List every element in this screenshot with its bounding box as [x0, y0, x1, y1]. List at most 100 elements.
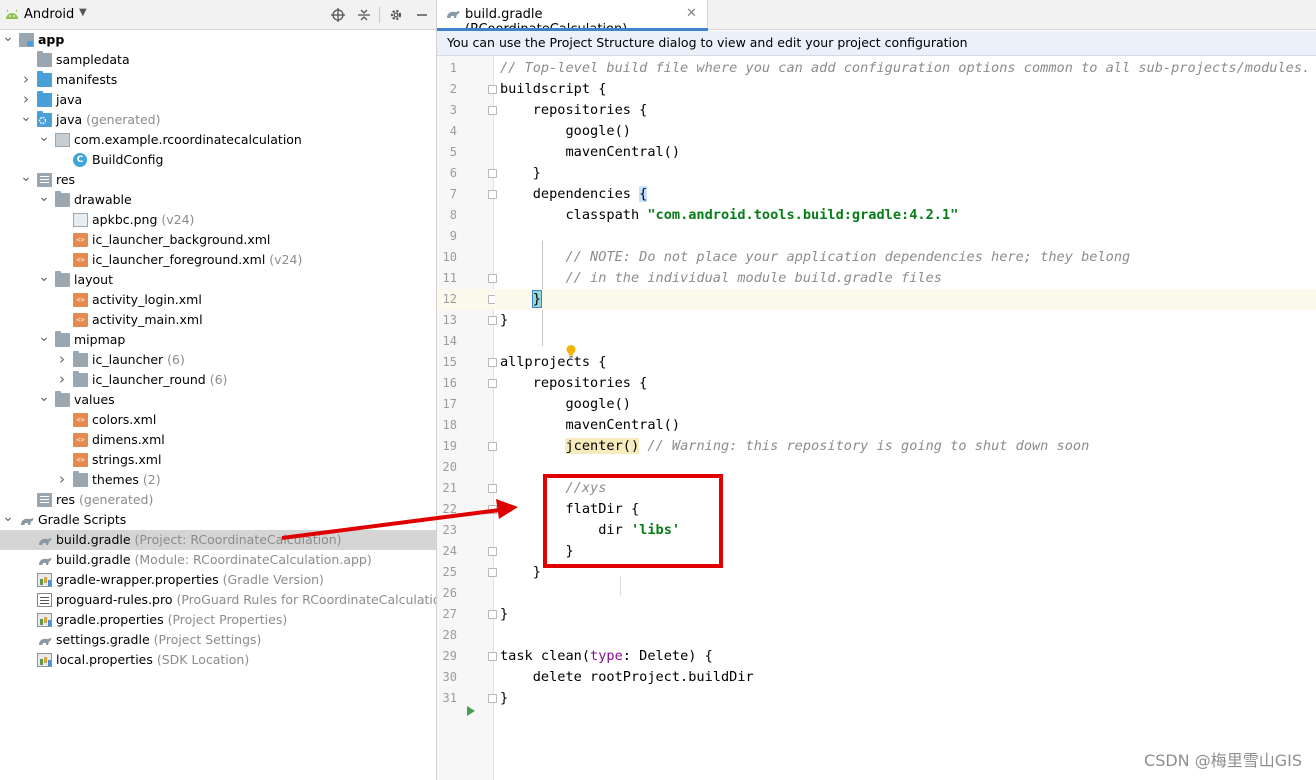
chevron-down-icon[interactable]: ⌄: [20, 170, 32, 184]
chevron-down-icon[interactable]: ⌄: [38, 190, 50, 204]
tree-item[interactable]: ⌄ res: [0, 170, 436, 190]
tree-item[interactable]: C BuildConfig: [0, 150, 436, 170]
chevron-right-icon[interactable]: ›: [56, 470, 68, 489]
line-number: 17: [442, 397, 457, 411]
tree-item[interactable]: <> activity_login.xml: [0, 290, 436, 310]
tree-item[interactable]: build.gradle (Module: RCoordinateCalcula…: [0, 550, 436, 570]
tree-item[interactable]: ⌄ drawable: [0, 190, 436, 210]
tree-item[interactable]: apkbc.png (v24): [0, 210, 436, 230]
collapse-all-icon[interactable]: [355, 6, 373, 24]
tree-item[interactable]: › themes (2): [0, 470, 436, 490]
tree-item-suffix: (generated): [75, 492, 154, 507]
code-line[interactable]: delete rootProject.buildDir: [495, 667, 1316, 688]
minimize-icon[interactable]: [413, 6, 431, 24]
tree-item[interactable]: local.properties (SDK Location): [0, 650, 436, 670]
line-number: 14: [442, 334, 457, 348]
line-number: 7: [449, 187, 457, 201]
tree-item[interactable]: sampledata: [0, 50, 436, 70]
module-icon: [19, 33, 34, 47]
tree-item[interactable]: <> strings.xml: [0, 450, 436, 470]
tree-item[interactable]: settings.gradle (Project Settings): [0, 630, 436, 650]
chevron-down-icon[interactable]: ⌄: [38, 390, 50, 404]
tree-item[interactable]: ⌄ layout: [0, 270, 436, 290]
tree-item[interactable]: ⌄ mipmap: [0, 330, 436, 350]
tree-item[interactable]: gradle-wrapper.properties (Gradle Versio…: [0, 570, 436, 590]
tree-item[interactable]: build.gradle (Project: RCoordinateCalcul…: [0, 530, 436, 550]
tree-item[interactable]: <> colors.xml: [0, 410, 436, 430]
project-tool-window: Android ▼ ⌄ app sampledata › manifests › java ⌄…: [0, 0, 437, 780]
run-icon[interactable]: [467, 706, 475, 716]
chevron-right-icon[interactable]: ›: [20, 90, 32, 109]
folder-icon: [73, 471, 88, 487]
code-line[interactable]: classpath "com.android.tools.build:gradl…: [495, 205, 1316, 226]
gear-icon[interactable]: [387, 6, 405, 24]
tree-item[interactable]: <> ic_launcher_background.xml: [0, 230, 436, 250]
code-line[interactable]: [495, 583, 1316, 604]
tree-item[interactable]: › manifests: [0, 70, 436, 90]
tree-item-label: colors.xml: [92, 412, 157, 427]
tree-item[interactable]: ⌄ Gradle Scripts: [0, 510, 436, 530]
chevron-down-icon[interactable]: ⌄: [38, 270, 50, 284]
folder-icon: [73, 351, 88, 367]
tree-item-suffix: (6): [205, 372, 228, 387]
code-line[interactable]: // NOTE: Do not place your application d…: [495, 247, 1316, 268]
tree-item[interactable]: ⌄ com.example.rcoordinatecalculation: [0, 130, 436, 150]
code-line[interactable]: google(): [495, 394, 1316, 415]
locate-target-icon[interactable]: [329, 6, 347, 24]
code-line[interactable]: google(): [495, 121, 1316, 142]
chevron-right-icon[interactable]: ›: [20, 70, 32, 89]
tree-item-suffix: (Project Settings): [149, 632, 262, 647]
code-line[interactable]: allprojects {: [495, 352, 1316, 373]
tree-item[interactable]: proguard-rules.pro (ProGuard Rules for R…: [0, 590, 436, 610]
properties-icon: [37, 573, 52, 587]
code-line[interactable]: }: [495, 163, 1316, 184]
tree-item[interactable]: ⌄ values: [0, 390, 436, 410]
code-line[interactable]: dependencies {: [495, 184, 1316, 205]
tree-item-label: manifests: [56, 72, 118, 87]
code-line[interactable]: repositories {: [495, 100, 1316, 121]
code-line[interactable]: buildscript {: [495, 79, 1316, 100]
xml-icon: <>: [73, 293, 88, 307]
line-number-gutter[interactable]: 1 2 3 4 5 6 7 8 9 10 11 12 13 14 15 16 17 18 19 20 21 22 23 24 2…: [437, 56, 497, 780]
chevron-right-icon[interactable]: ›: [56, 350, 68, 369]
close-icon[interactable]: ✕: [686, 6, 697, 21]
tree-item[interactable]: › java: [0, 90, 436, 110]
code-line[interactable]: [495, 226, 1316, 247]
gradle-icon: [37, 633, 52, 647]
line-number: 16: [442, 376, 457, 390]
tree-item[interactable]: res (generated): [0, 490, 436, 510]
tab-build-gradle[interactable]: build.gradle (RCoordinateCalculation) ✕: [437, 0, 708, 37]
chevron-down-icon[interactable]: ⌄: [38, 130, 50, 144]
chevron-down-icon[interactable]: ⌄: [2, 510, 14, 524]
tree-item[interactable]: › ic_launcher (6): [0, 350, 436, 370]
tree-item[interactable]: <> ic_launcher_foreground.xml (v24): [0, 250, 436, 270]
code-line[interactable]: jcenter() // Warning: this repository is…: [495, 436, 1316, 457]
code-area[interactable]: // Top-level build file where you can ad…: [495, 56, 1316, 780]
chevron-down-icon[interactable]: ▼: [79, 7, 87, 18]
code-line[interactable]: mavenCentral(): [495, 415, 1316, 436]
code-line[interactable]: repositories {: [495, 373, 1316, 394]
code-line[interactable]: }: [495, 289, 1316, 310]
code-line[interactable]: // in the individual module build.gradle…: [495, 268, 1316, 289]
code-line[interactable]: }: [495, 604, 1316, 625]
chevron-right-icon[interactable]: ›: [56, 370, 68, 389]
code-line[interactable]: [495, 625, 1316, 646]
code-line[interactable]: }: [495, 310, 1316, 331]
tree-item[interactable]: <> dimens.xml: [0, 430, 436, 450]
tree-item[interactable]: ⌄ java (generated): [0, 110, 436, 130]
view-selector[interactable]: Android: [24, 7, 74, 22]
tree-item[interactable]: gradle.properties (Project Properties): [0, 610, 436, 630]
tree-item-suffix: (2): [138, 472, 161, 487]
tree-item[interactable]: › ic_launcher_round (6): [0, 370, 436, 390]
tree-item[interactable]: <> activity_main.xml: [0, 310, 436, 330]
code-line[interactable]: mavenCentral(): [495, 142, 1316, 163]
code-line[interactable]: task clean(type: Delete) {: [495, 646, 1316, 667]
chevron-down-icon[interactable]: ⌄: [20, 110, 32, 124]
tree-item[interactable]: ⌄ app: [0, 30, 436, 50]
chevron-down-icon[interactable]: ⌄: [2, 30, 14, 44]
code-line[interactable]: // Top-level build file where you can ad…: [495, 58, 1316, 79]
code-line[interactable]: [495, 331, 1316, 352]
code-line[interactable]: }: [495, 688, 1316, 709]
chevron-down-icon[interactable]: ⌄: [38, 330, 50, 344]
tree-item-label: build.gradle (Project: RCoordinateCalcul…: [56, 532, 342, 547]
